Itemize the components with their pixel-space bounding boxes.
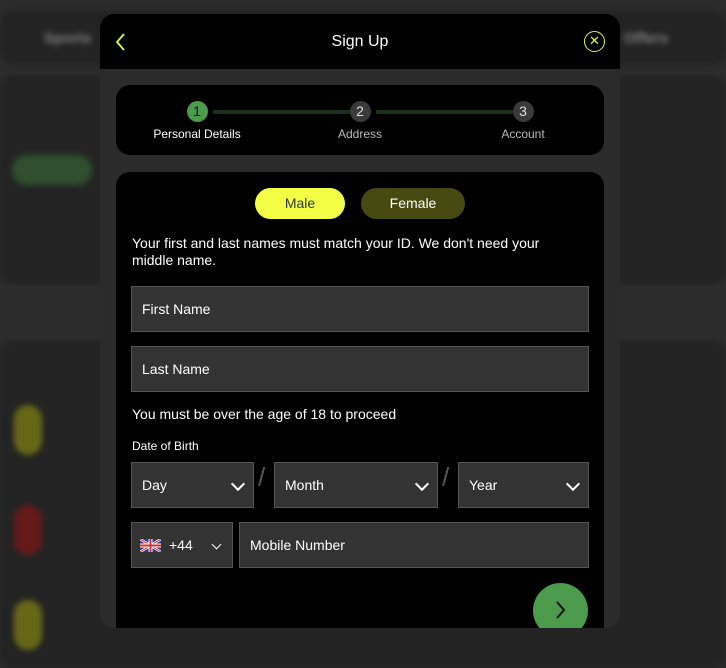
chevron-down-icon: [230, 476, 246, 492]
uk-flag-icon: [140, 538, 161, 552]
dob-year-select[interactable]: Year: [458, 462, 589, 508]
country-code-select[interactable]: +44: [131, 522, 233, 568]
dob-separator: /: [258, 462, 266, 492]
next-button[interactable]: [533, 583, 588, 628]
step-account: 3 Account: [453, 101, 593, 141]
back-chevron-icon[interactable]: [112, 31, 132, 53]
step-number: 3: [512, 101, 534, 122]
step-personal-details: 1 Personal Details: [127, 101, 267, 141]
dob-label: Date of Birth: [132, 439, 199, 453]
first-name-input[interactable]: First Name: [131, 286, 589, 332]
age-notice: You must be over the age of 18 to procee…: [132, 406, 397, 422]
last-name-input[interactable]: Last Name: [131, 346, 589, 392]
name-hint: Your first and last names must match you…: [132, 235, 540, 268]
step-number: 2: [349, 101, 371, 122]
day-value: Day: [142, 477, 167, 493]
chevron-down-icon: [414, 476, 430, 492]
dob-separator: /: [442, 462, 450, 492]
year-value: Year: [469, 477, 498, 493]
chevron-down-icon: [211, 539, 222, 550]
chevron-down-icon: [565, 476, 581, 492]
dob-month-select[interactable]: Month: [274, 462, 438, 508]
month-value: Month: [285, 477, 324, 493]
country-code: +44: [169, 537, 193, 553]
personal-details-form: Male Female Your first and last names mu…: [116, 172, 604, 628]
gender-female-button[interactable]: Female: [361, 188, 465, 219]
mobile-number-input[interactable]: Mobile Number: [239, 522, 589, 568]
chevron-right-icon: [556, 601, 566, 619]
progress-stepper: 1 Personal Details 2 Address 3 Account: [116, 85, 604, 155]
step-label: Account: [501, 127, 545, 141]
step-number: 1: [186, 101, 208, 122]
dob-day-select[interactable]: Day: [131, 462, 254, 508]
step-label: Address: [337, 127, 383, 141]
close-icon[interactable]: ✕: [584, 31, 605, 52]
step-label: Personal Details: [153, 127, 241, 141]
gender-male-button[interactable]: Male: [255, 188, 345, 219]
modal-header: Sign Up ✕: [100, 14, 620, 69]
signup-modal: Sign Up ✕ 1 Personal Details 2 Address 3…: [100, 14, 620, 628]
step-address: 2 Address: [290, 101, 430, 141]
modal-title: Sign Up: [331, 32, 389, 50]
